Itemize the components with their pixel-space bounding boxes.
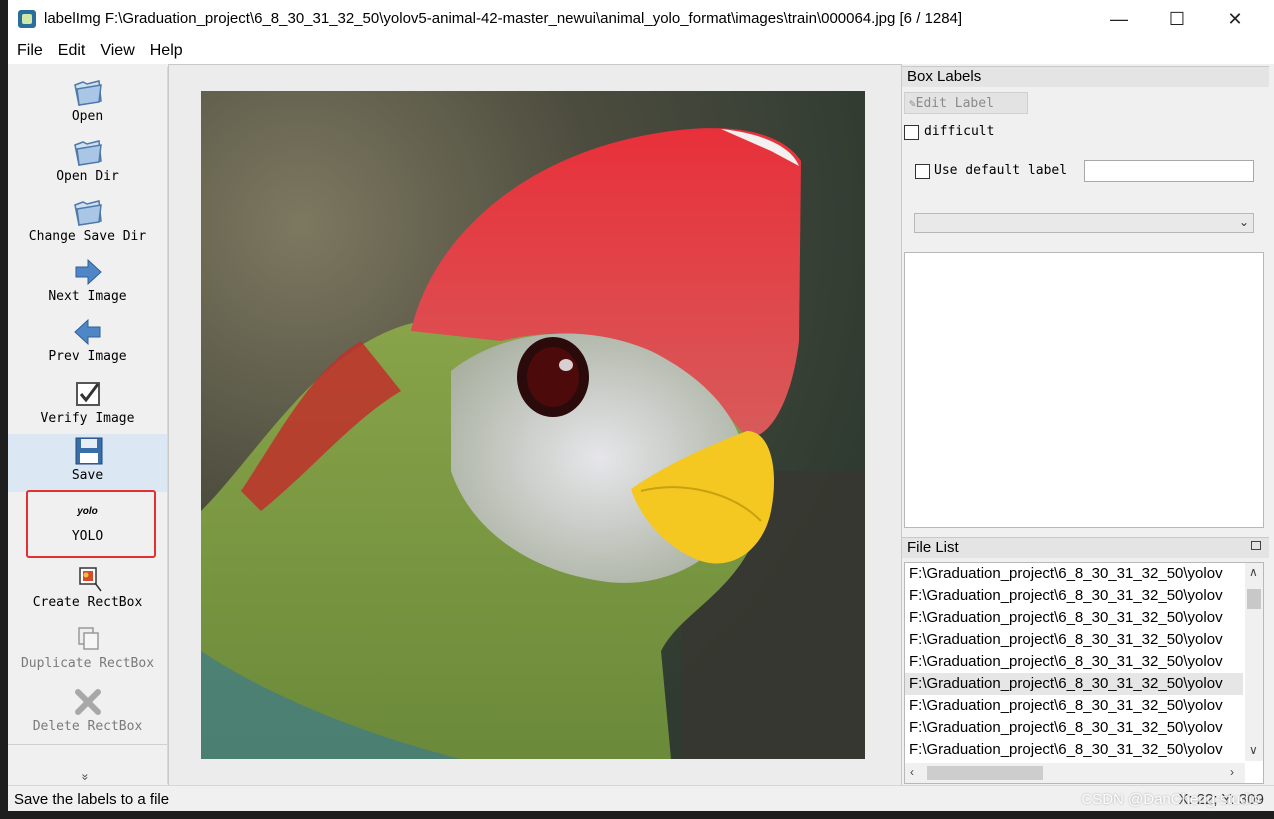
file-list-item[interactable]: F:\Graduation_project\6_8_30_31_32_50\yo… xyxy=(905,695,1243,717)
menu-help[interactable]: Help xyxy=(150,42,183,60)
file-list-item[interactable]: F:\Graduation_project\6_8_30_31_32_50\yo… xyxy=(905,563,1243,585)
tool-bar: Open Open Dir Change Save Dir Next Image xyxy=(8,67,168,784)
title-bar: labelImg F:\Graduation_project\6_8_30_31… xyxy=(8,0,1274,38)
create-rect-icon xyxy=(78,567,102,592)
use-default-label-text: Use default label xyxy=(934,163,1068,178)
next-image-label: Next Image xyxy=(48,289,127,304)
duplicate-rectbox-label: Duplicate RectBox xyxy=(20,656,155,671)
floppy-disk-icon xyxy=(75,437,102,465)
scroll-right-icon[interactable]: › xyxy=(1230,765,1234,779)
duplicate-rectbox-button[interactable]: Duplicate RectBox xyxy=(8,622,167,682)
folder-open-icon xyxy=(73,140,102,166)
edit-label-text: Edit Label xyxy=(915,96,994,111)
open-dir-label: Open Dir xyxy=(56,169,119,184)
file-list-item[interactable]: F:\Graduation_project\6_8_30_31_32_50\yo… xyxy=(905,607,1243,629)
file-rows: F:\Graduation_project\6_8_30_31_32_50\yo… xyxy=(905,563,1263,761)
open-dir-button[interactable]: Open Dir xyxy=(8,135,167,195)
window-title: labelImg F:\Graduation_project\6_8_30_31… xyxy=(44,10,963,27)
menu-edit[interactable]: Edit xyxy=(58,42,86,60)
edit-pencil-icon: ✎ xyxy=(909,97,916,110)
file-list-item[interactable]: F:\Graduation_project\6_8_30_31_32_50\yo… xyxy=(905,739,1243,761)
turaco-bird-image xyxy=(201,91,865,759)
create-rectbox-label: Create RectBox xyxy=(32,595,143,610)
file-list-item[interactable]: F:\Graduation_project\6_8_30_31_32_50\yo… xyxy=(905,585,1243,607)
maximize-button[interactable]: ☐ xyxy=(1148,0,1206,38)
default-label-input[interactable] xyxy=(1084,160,1254,182)
difficult-label: difficult xyxy=(924,124,995,139)
right-dock: Box Labels ✎Edit Label difficult Use def… xyxy=(902,66,1269,784)
vertical-scroll-thumb[interactable] xyxy=(1247,589,1261,609)
horizontal-scrollbar[interactable]: ‹ › xyxy=(905,763,1245,783)
edit-label-button[interactable]: ✎Edit Label xyxy=(904,92,1028,114)
menu-bar: File Edit View Help xyxy=(8,38,1274,64)
save-label: Save xyxy=(71,468,104,483)
prev-image-button[interactable]: Prev Image xyxy=(8,315,167,375)
open-button[interactable]: Open xyxy=(8,75,167,135)
open-label: Open xyxy=(71,109,104,124)
vertical-scrollbar[interactable]: ∧ ∨ xyxy=(1245,563,1263,761)
folder-open-icon xyxy=(73,200,102,226)
app-icon xyxy=(18,10,36,28)
scroll-up-icon[interactable]: ∧ xyxy=(1249,565,1258,579)
save-button[interactable]: Save xyxy=(8,434,167,492)
labels-list[interactable] xyxy=(904,252,1264,528)
use-default-label-checkbox[interactable] xyxy=(915,164,930,179)
prev-image-label: Prev Image xyxy=(48,349,127,364)
arrow-left-icon xyxy=(73,318,100,346)
folder-open-icon xyxy=(73,80,102,106)
toolbar-divider xyxy=(8,744,167,745)
file-list[interactable]: F:\Graduation_project\6_8_30_31_32_50\yo… xyxy=(904,562,1264,784)
status-message: Save the labels to a file xyxy=(14,791,170,808)
duplicate-icon xyxy=(77,627,99,650)
bird-photo xyxy=(201,91,865,759)
file-list-header: File List xyxy=(902,537,1269,558)
close-button[interactable]: ✕ xyxy=(1206,0,1264,38)
horizontal-scroll-thumb[interactable] xyxy=(927,766,1043,780)
watermark: CSDN @DanCheng-studio xyxy=(1081,791,1260,808)
menu-file[interactable]: File xyxy=(17,42,43,60)
status-bar: Save the labels to a file X: 22; Y: 309 … xyxy=(8,785,1274,811)
toolbar-more-icon[interactable]: » xyxy=(78,774,92,781)
labelimg-window: labelImg F:\Graduation_project\6_8_30_31… xyxy=(8,0,1274,811)
scroll-left-icon[interactable]: ‹ xyxy=(910,765,914,779)
verify-image-label: Verify Image xyxy=(40,411,135,426)
verify-image-button[interactable]: Verify Image xyxy=(8,377,167,437)
file-list-title: File List xyxy=(907,539,959,556)
delete-x-icon xyxy=(74,689,101,715)
image-canvas[interactable] xyxy=(168,64,902,786)
menu-view[interactable]: View xyxy=(100,42,134,60)
delete-rectbox-label: Delete RectBox xyxy=(32,719,143,734)
delete-rectbox-button[interactable]: Delete RectBox xyxy=(8,685,167,745)
box-labels-header: Box Labels xyxy=(902,66,1269,87)
next-image-button[interactable]: Next Image xyxy=(8,255,167,315)
file-list-item[interactable]: F:\Graduation_project\6_8_30_31_32_50\yo… xyxy=(905,673,1243,695)
create-rectbox-button[interactable]: Create RectBox xyxy=(8,561,167,621)
minimize-button[interactable]: — xyxy=(1090,0,1148,38)
chevron-down-icon: ⌄ xyxy=(1238,215,1249,229)
yolo-format-icon: yolo xyxy=(77,506,98,517)
file-list-item[interactable]: F:\Graduation_project\6_8_30_31_32_50\yo… xyxy=(905,629,1243,651)
change-save-dir-label: Change Save Dir xyxy=(28,229,147,244)
yolo-format-button[interactable]: yolo YOLO xyxy=(8,495,167,555)
yolo-label: YOLO xyxy=(71,529,104,544)
file-list-item[interactable]: F:\Graduation_project\6_8_30_31_32_50\yo… xyxy=(905,717,1243,739)
difficult-checkbox[interactable] xyxy=(904,125,919,140)
arrow-right-icon xyxy=(75,258,102,286)
float-dock-icon[interactable] xyxy=(1251,541,1261,550)
label-combobox[interactable]: ⌄ xyxy=(914,213,1254,233)
change-save-dir-button[interactable]: Change Save Dir xyxy=(8,195,167,255)
scroll-down-icon[interactable]: ∨ xyxy=(1249,743,1258,757)
file-list-item[interactable]: F:\Graduation_project\6_8_30_31_32_50\yo… xyxy=(905,651,1243,673)
checkbox-check-icon xyxy=(75,382,100,406)
